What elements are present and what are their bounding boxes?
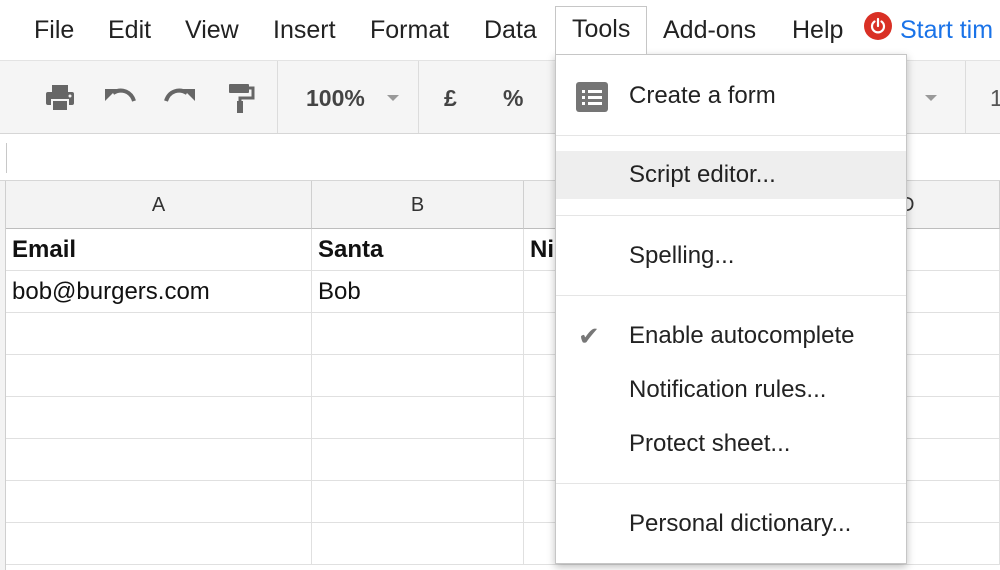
cell-a7[interactable] (6, 481, 312, 523)
cell-a5[interactable] (6, 397, 312, 439)
menu-item-protect-sheet[interactable]: Protect sheet... (556, 421, 906, 467)
menu-separator (556, 295, 906, 296)
cell-b6[interactable] (312, 439, 524, 481)
menu-separator (556, 215, 906, 216)
menu-item-enable-autocomplete[interactable]: ✔ Enable autocomplete (556, 313, 906, 359)
toolbar-divider (418, 61, 419, 133)
cell-b7[interactable] (312, 481, 524, 523)
currency-format-button[interactable]: £ (444, 81, 457, 115)
menu-edit[interactable]: Edit (108, 13, 151, 47)
menu-item-notification-rules[interactable]: Notification rules... (556, 367, 906, 413)
menu-file[interactable]: File (34, 13, 74, 47)
font-dropdown-icon[interactable] (925, 95, 937, 101)
cell-a8[interactable] (6, 523, 312, 565)
menu-item-script-editor[interactable]: Script editor... (556, 151, 906, 199)
menu-view[interactable]: View (185, 13, 239, 47)
font-size-select[interactable]: 1 (990, 81, 1000, 115)
tools-menu: Create a form Script editor... Spelling.… (555, 54, 907, 564)
cell-a6[interactable] (6, 439, 312, 481)
menu-item-create-form[interactable]: Create a form (556, 73, 906, 119)
cell-b1[interactable]: Santa (312, 229, 524, 271)
print-icon[interactable] (42, 82, 78, 114)
column-header-b[interactable]: B (312, 181, 524, 229)
cell-b4[interactable] (312, 355, 524, 397)
power-icon[interactable] (864, 12, 892, 40)
menu-item-label: Personal dictionary... (629, 510, 852, 537)
menu-insert[interactable]: Insert (273, 13, 336, 47)
percent-format-button[interactable]: % (503, 81, 523, 115)
zoom-dropdown-icon[interactable] (387, 95, 399, 101)
menu-item-label: Script editor... (629, 161, 776, 188)
menu-tools[interactable]: Tools (555, 6, 648, 54)
menu-item-label: Notification rules... (629, 376, 827, 403)
paint-format-icon[interactable] (222, 82, 258, 114)
menu-item-label: Create a form (629, 82, 776, 109)
menu-bar: File Edit View Insert Format Data Tools … (0, 0, 1000, 58)
menu-item-spelling[interactable]: Spelling... (556, 233, 906, 279)
column-header-a[interactable]: A (6, 181, 312, 229)
start-timer-link[interactable]: Start tim (900, 13, 993, 47)
menu-separator (556, 135, 906, 136)
menu-data[interactable]: Data (484, 13, 537, 47)
cell-a2[interactable]: bob@burgers.com (6, 271, 312, 313)
cell-b8[interactable] (312, 523, 524, 565)
checkmark-icon: ✔ (578, 321, 600, 351)
cell-b3[interactable] (312, 313, 524, 355)
menu-item-label: Protect sheet... (629, 430, 791, 457)
menu-add-ons[interactable]: Add-ons (663, 13, 756, 47)
menu-format[interactable]: Format (370, 13, 449, 47)
menu-item-label: Spelling... (629, 242, 735, 269)
cell-b5[interactable] (312, 397, 524, 439)
toolbar-divider (965, 61, 966, 133)
zoom-select[interactable]: 100% (306, 81, 365, 115)
menu-help[interactable]: Help (792, 13, 843, 47)
redo-icon[interactable] (162, 82, 198, 114)
toolbar-divider (277, 61, 278, 133)
menu-separator (556, 483, 906, 484)
cell-a4[interactable] (6, 355, 312, 397)
cell-a1[interactable]: Email (6, 229, 312, 271)
menu-item-label: Enable autocomplete (629, 322, 855, 349)
undo-icon[interactable] (102, 82, 138, 114)
cell-b2[interactable]: Bob (312, 271, 524, 313)
cell-a3[interactable] (6, 313, 312, 355)
form-icon (576, 82, 608, 128)
menu-item-personal-dictionary[interactable]: Personal dictionary... (556, 501, 906, 547)
formula-bar-divider (6, 143, 7, 173)
